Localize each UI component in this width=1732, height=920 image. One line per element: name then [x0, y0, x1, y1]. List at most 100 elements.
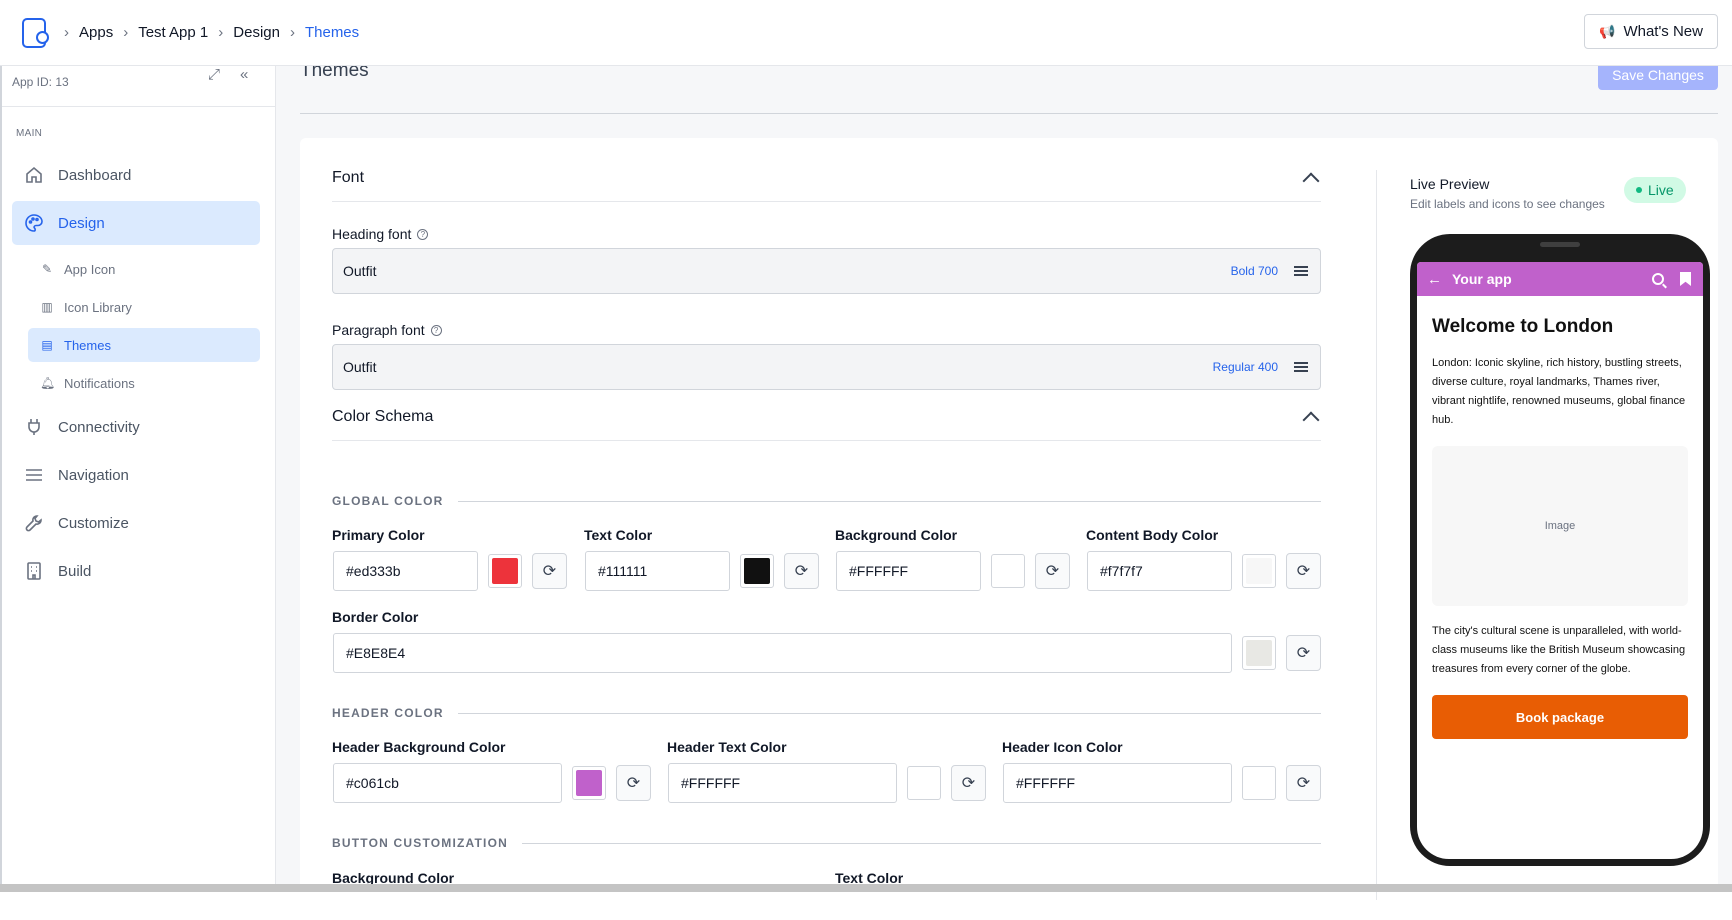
chevron-right-icon: › — [123, 24, 129, 41]
content-body-color-input[interactable]: #f7f7f7 — [1087, 551, 1232, 591]
heading-font-weight[interactable]: Bold 700 — [1231, 264, 1278, 278]
header-text-color-swatch[interactable] — [907, 766, 941, 800]
border-color-input[interactable]: #E8E8E4 — [333, 633, 1232, 673]
layout-icon: ▤ — [41, 338, 53, 352]
collapse-arrows-icon[interactable]: ⤢ — [208, 66, 220, 83]
whats-new-label: What's New — [1623, 23, 1703, 40]
preview-paragraph: The city's cultural scene is unparallele… — [1432, 625, 1686, 675]
header-text-color-label: Header Text Color — [667, 739, 787, 755]
drag-handle-icon[interactable] — [1294, 266, 1308, 276]
preview-header-icons — [1652, 272, 1691, 286]
sidebar-subitem-themes[interactable]: ▤ Themes — [28, 328, 260, 362]
drag-handle-icon[interactable] — [1294, 362, 1308, 372]
divider — [522, 842, 1321, 844]
sidebar-item-customize[interactable]: Customize — [12, 501, 260, 545]
sidebar-subitem-label: Themes — [64, 337, 111, 353]
paragraph-font-label: Paragraph font ? — [332, 322, 442, 338]
content-body-color-label: Content Body Color — [1086, 527, 1219, 543]
header-bg-color-input[interactable]: #c061cb — [333, 763, 562, 803]
primary-color-input[interactable]: #ed333b — [333, 551, 478, 591]
app-logo-icon[interactable] — [22, 17, 49, 48]
header-text-color-input[interactable]: #FFFFFF — [668, 763, 897, 803]
heading-font-value: Outfit — [343, 263, 377, 279]
sidebar-item-build[interactable]: Build — [12, 549, 260, 593]
chevron-right-icon: › — [289, 24, 295, 41]
breadcrumb-apps[interactable]: Apps — [79, 24, 113, 41]
themes-card: Font Heading font ? Outfit Bold 700 Para… — [300, 138, 1718, 900]
primary-color-label: Primary Color — [332, 527, 425, 543]
palette-icon — [24, 213, 44, 233]
vertical-divider — [1376, 170, 1377, 900]
breadcrumb-app[interactable]: Test App 1 — [138, 24, 208, 41]
sidebar-subitem-notifications[interactable]: 🔔︎ Notifications — [28, 366, 260, 400]
sidebar-item-connectivity[interactable]: Connectivity — [12, 405, 260, 449]
paragraph-font-weight[interactable]: Regular 400 — [1213, 360, 1278, 374]
background-color-swatch[interactable] — [991, 554, 1025, 588]
color-section-header[interactable]: Color Schema — [332, 393, 1321, 441]
sidebar-item-design[interactable]: Design — [12, 201, 260, 245]
live-preview-title: Live Preview — [1410, 176, 1490, 192]
divider — [300, 113, 1718, 114]
paragraph-font-select[interactable]: Outfit Regular 400 — [332, 344, 1321, 390]
paragraph-font-label-text: Paragraph font — [332, 322, 425, 338]
reset-icon[interactable]: ⟳ — [951, 765, 986, 801]
top-bar: › Apps › Test App 1 › Design › Themes 📢 … — [0, 0, 1732, 66]
preview-image-placeholder: Image — [1432, 446, 1688, 606]
font-section-header[interactable]: Font — [332, 154, 1321, 202]
border-color-swatch[interactable] — [1242, 636, 1276, 670]
sidebar-item-dashboard[interactable]: Dashboard — [12, 153, 260, 197]
heading-font-label-text: Heading font — [332, 226, 412, 242]
background-color-input[interactable]: #FFFFFF — [836, 551, 981, 591]
header-bg-color-swatch[interactable] — [572, 766, 606, 800]
breadcrumb-design[interactable]: Design — [233, 24, 280, 41]
building-icon — [24, 561, 44, 581]
heading-font-label: Heading font ? — [332, 226, 429, 242]
reset-icon[interactable]: ⟳ — [1286, 553, 1321, 589]
chevron-right-icon: › — [64, 24, 69, 41]
header-icon-color-swatch[interactable] — [1242, 766, 1276, 800]
swatch-fill — [1246, 640, 1272, 666]
main-content: Themes Save Changes Font Heading font ? … — [276, 60, 1732, 900]
horizontal-scrollbar[interactable] — [0, 884, 1732, 892]
help-icon[interactable]: ? — [430, 324, 442, 336]
sidebar-item-navigation[interactable]: Navigation — [12, 453, 260, 497]
header-icon-color-input[interactable]: #FFFFFF — [1003, 763, 1232, 803]
heading-font-select[interactable]: Outfit Bold 700 — [332, 248, 1321, 294]
pencil-icon: ✎ — [41, 262, 53, 276]
sidebar-subitem-label: App Icon — [64, 261, 116, 277]
reset-icon[interactable]: ⟳ — [1035, 553, 1070, 589]
plug-icon — [24, 417, 44, 437]
divider — [2, 106, 276, 107]
help-icon[interactable]: ? — [417, 228, 429, 240]
border-color-label: Border Color — [332, 609, 419, 625]
sidebar-subitem-label: Notifications — [64, 375, 135, 391]
chevron-up-icon[interactable] — [1302, 411, 1320, 428]
swatch-fill — [492, 558, 518, 584]
reset-icon[interactable]: ⟳ — [1286, 635, 1321, 671]
button-customization-group: BUTTON CUSTOMIZATION — [332, 836, 1321, 850]
live-status-badge: Live — [1624, 177, 1686, 203]
swatch-fill — [744, 558, 770, 584]
text-color-input[interactable]: #111111 — [585, 551, 730, 591]
reset-icon[interactable]: ⟳ — [1286, 765, 1321, 801]
home-icon — [24, 165, 44, 185]
reset-icon[interactable]: ⟳ — [616, 765, 651, 801]
background-color-label: Background Color — [835, 527, 958, 543]
preview-app-header: ← Your app — [1417, 262, 1703, 296]
sidebar-item-label: Customize — [58, 514, 129, 532]
arrow-left-icon: ← — [1427, 270, 1442, 288]
content-body-color-swatch[interactable] — [1242, 554, 1276, 588]
reset-icon[interactable]: ⟳ — [532, 553, 567, 589]
menu-icon — [24, 465, 44, 485]
primary-color-swatch[interactable] — [488, 554, 522, 588]
group-title: HEADER COLOR — [332, 706, 444, 720]
sidebar-subitem-icon-library[interactable]: ▥ Icon Library — [28, 290, 260, 324]
double-chevron-left-icon[interactable]: « — [240, 66, 248, 83]
whats-new-button[interactable]: 📢 What's New — [1584, 14, 1718, 49]
chevron-up-icon[interactable] — [1302, 172, 1320, 189]
sidebar-subitem-app-icon[interactable]: ✎ App Icon — [28, 252, 260, 286]
text-color-swatch[interactable] — [740, 554, 774, 588]
breadcrumb-themes: Themes — [304, 24, 360, 41]
reset-icon[interactable]: ⟳ — [784, 553, 819, 589]
header-bg-color-label: Header Background Color — [332, 739, 506, 755]
